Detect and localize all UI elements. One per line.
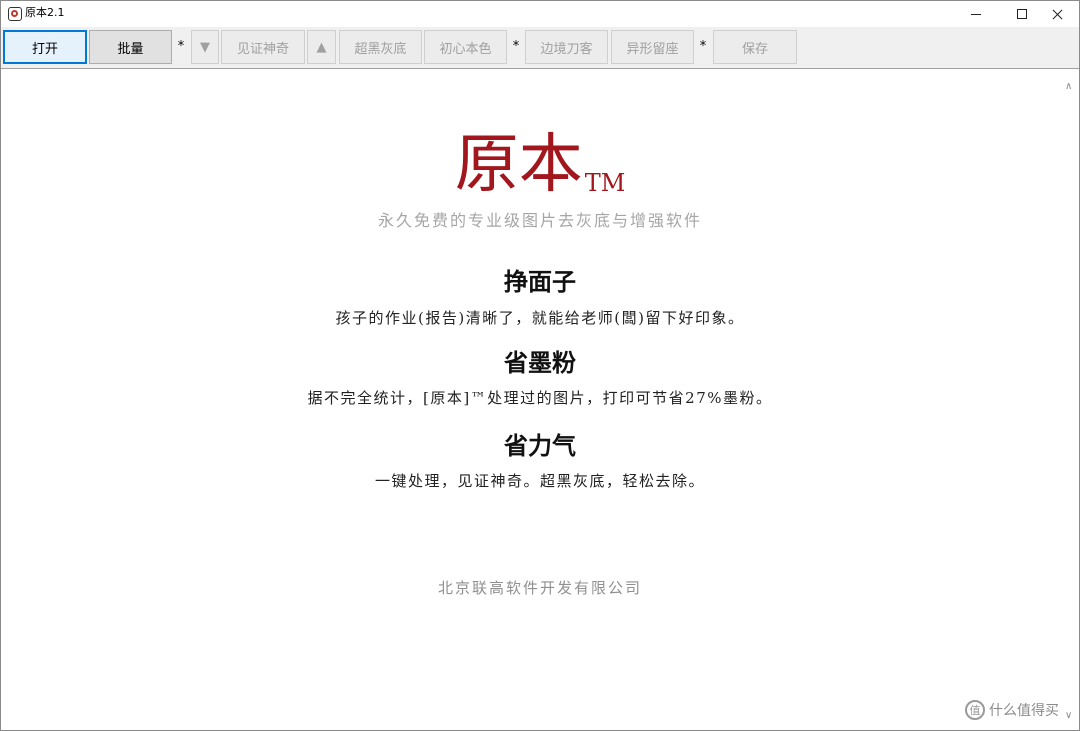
trademark-mark: TM (584, 169, 626, 197)
window-title: 原本2.1 (25, 6, 65, 19)
tagline: 永久免费的专业级图片去灰底与增强软件 (377, 211, 702, 230)
section-body: 孩子的作业(报告)清晰了，就能给老师(闆)留下好印象。 (335, 309, 745, 327)
irregular-shape-button[interactable]: 异形留座 (611, 30, 694, 64)
border-knife-button[interactable]: 边境刀客 (525, 30, 608, 64)
app-logo-icon (8, 7, 22, 21)
toolbar: 打开 批量 * ▼ 见证神奇 ▲ 超黑灰底 初心本色 * 边境刀客 异形留座 *… (1, 27, 1079, 69)
super-black-gray-button[interactable]: 超黑灰底 (339, 30, 422, 64)
up-arrow-button[interactable]: ▲ (307, 30, 336, 64)
product-logo: 原本TM (1, 129, 1079, 201)
down-arrow-button[interactable]: ▼ (191, 30, 219, 64)
witness-magic-button[interactable]: 见证神奇 (221, 30, 305, 64)
scroll-up-icon[interactable]: ∧ (1065, 81, 1075, 92)
watermark-logo-icon: 值 (965, 700, 985, 720)
section-body: 据不完全统计，[原本]™处理过的图片，打印可节省27%墨粉。 (307, 389, 773, 407)
save-button[interactable]: 保存 (713, 30, 797, 64)
main-content: ∧ 原本TM 永久免费的专业级图片去灰底与增强软件 挣面子 孩子的作业(报告)清… (1, 69, 1079, 730)
watermark-text: 什么值得买 (989, 703, 1059, 719)
section-heading: 省力气 (504, 431, 576, 460)
close-icon (1052, 9, 1063, 20)
minimize-button[interactable] (953, 1, 999, 27)
site-watermark: 值 什么值得买 (965, 700, 1059, 720)
maximize-icon (1017, 9, 1027, 19)
company-name: 北京联高软件开发有限公司 (437, 579, 642, 597)
close-button[interactable] (1034, 1, 1080, 27)
open-button[interactable]: 打开 (3, 30, 87, 64)
original-color-button[interactable]: 初心本色 (424, 30, 507, 64)
title-bar: 原本2.1 (1, 1, 1079, 27)
section-body: 一键处理，见证神奇。超黑灰底，轻松去除。 (374, 472, 705, 490)
minimize-icon (971, 13, 981, 15)
section-heading: 省墨粉 (504, 348, 576, 377)
logo-text: 原本 (454, 128, 583, 202)
section-heading: 挣面子 (504, 267, 576, 296)
batch-button[interactable]: 批量 (89, 30, 172, 64)
scroll-down-icon[interactable]: ∨ (1065, 710, 1075, 721)
toolbar-separator: * (177, 39, 185, 54)
app-window: 原本2.1 打开 批量 * ▼ 见证神奇 ▲ 超黑灰底 初心本色 * 边境刀客 … (0, 0, 1080, 731)
toolbar-separator: * (512, 39, 520, 54)
toolbar-separator: * (699, 39, 707, 54)
